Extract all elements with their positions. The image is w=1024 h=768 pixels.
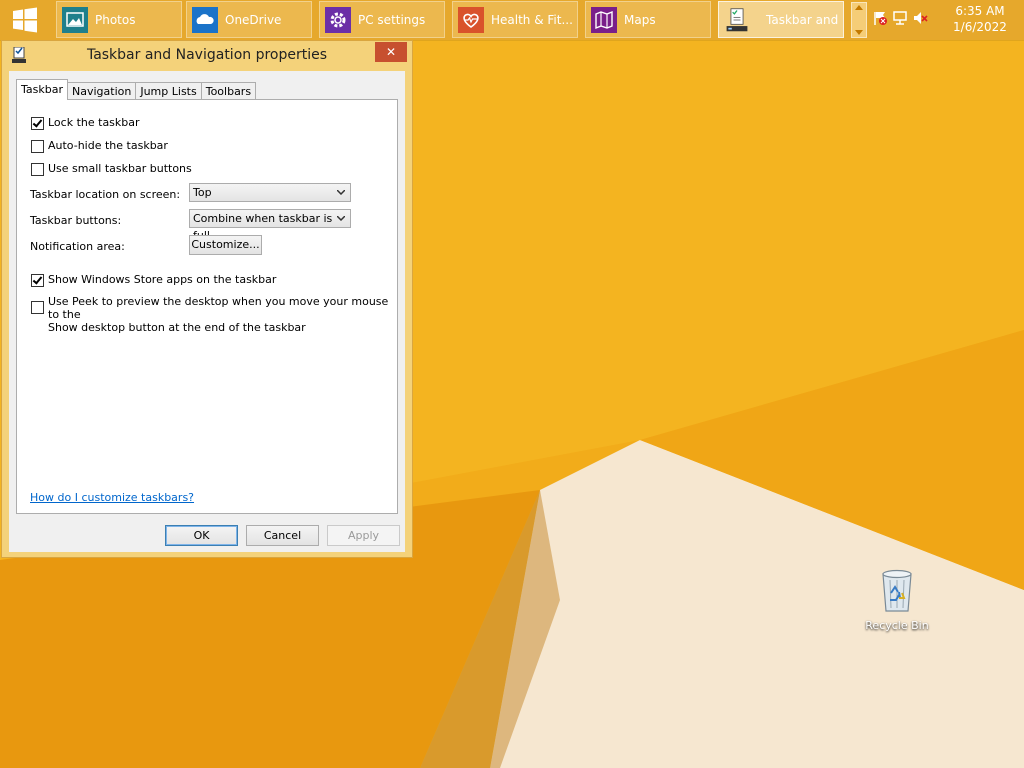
taskbar-item-label: Taskbar and ... [766, 12, 843, 27]
show-store-apps-option[interactable]: Show Windows Store apps on the taskbar [31, 273, 276, 287]
notification-area-label: Notification area: [30, 240, 125, 253]
onedrive-icon [192, 6, 218, 33]
small-buttons-label: Use small taskbar buttons [48, 162, 192, 175]
taskbar: Photos OneDrive PC settings Health & Fit… [0, 0, 1024, 40]
taskbar-location-select[interactable]: Top [189, 183, 351, 202]
tab-navigation[interactable]: Navigation [67, 82, 137, 100]
auto-hide-option[interactable]: Auto-hide the taskbar [31, 139, 168, 153]
start-button[interactable] [0, 0, 50, 40]
volume-muted-icon[interactable] [912, 10, 928, 26]
heart-icon [458, 6, 484, 33]
tab-strip: Taskbar Navigation Jump Lists Toolbars [16, 79, 257, 100]
recycle-bin-shortcut[interactable]: Recycle Bin [863, 568, 931, 632]
dialog-titlebar[interactable]: Taskbar and Navigation properties ✕ [2, 41, 412, 71]
lock-taskbar-checkbox[interactable] [31, 117, 44, 130]
recycle-bin-label: Recycle Bin [865, 619, 929, 632]
small-buttons-checkbox[interactable] [31, 163, 44, 176]
action-center-flag-icon[interactable] [872, 10, 888, 26]
show-store-apps-label: Show Windows Store apps on the taskbar [48, 273, 277, 286]
taskbar-item-label: PC settings [358, 12, 426, 27]
auto-hide-label: Auto-hide the taskbar [48, 139, 168, 152]
recycle-bin-icon [882, 569, 912, 612]
tab-toolbars[interactable]: Toolbars [200, 82, 257, 100]
gear-icon [325, 6, 351, 33]
system-tray [872, 10, 928, 26]
apply-button[interactable]: Apply [327, 525, 400, 546]
taskbar-item-taskbar-properties[interactable]: Taskbar and ... [718, 1, 844, 38]
use-peek-label-line1: Use Peek to preview the desktop when you… [48, 295, 389, 321]
photos-icon [62, 6, 88, 33]
location-label: Taskbar location on screen: [30, 188, 181, 201]
clock-time: 6:35 AM [955, 4, 1005, 18]
maps-icon [591, 6, 617, 33]
network-icon[interactable] [892, 10, 908, 26]
taskbar-item-label: Photos [95, 12, 136, 27]
chevron-down-icon [337, 190, 345, 195]
cancel-button[interactable]: Cancel [246, 525, 319, 546]
taskbar-location-value: Top [193, 186, 212, 199]
lock-taskbar-option[interactable]: Lock the taskbar [31, 116, 140, 130]
taskbar-item-pc-settings[interactable]: PC settings [319, 1, 445, 38]
windows-logo-icon [13, 7, 37, 33]
dialog-client-area: Taskbar Navigation Jump Lists Toolbars L… [9, 71, 405, 552]
taskbar-item-label: Maps [624, 12, 656, 27]
chevron-down-icon[interactable] [855, 30, 863, 35]
show-store-apps-checkbox[interactable] [31, 274, 44, 287]
taskbar-item-maps[interactable]: Maps [585, 1, 711, 38]
close-icon: ✕ [385, 45, 397, 59]
small-buttons-option[interactable]: Use small taskbar buttons [31, 162, 192, 176]
lock-taskbar-label: Lock the taskbar [48, 116, 140, 129]
taskbar-item-label: Health & Fit... [491, 12, 573, 27]
taskbar-item-photos[interactable]: Photos [56, 1, 182, 38]
taskbar-buttons-select[interactable]: Combine when taskbar is full [189, 209, 351, 242]
dialog-title: Taskbar and Navigation properties [86, 47, 328, 63]
taskbar-clock[interactable]: 6:35 AM 1/6/2022 [944, 3, 1016, 35]
clock-date: 1/6/2022 [953, 20, 1007, 34]
use-peek-label-line2: Show desktop button at the end of the ta… [48, 321, 306, 334]
close-button[interactable]: ✕ [375, 42, 407, 62]
taskbar-scroll-buttons[interactable] [851, 2, 867, 38]
taskbar-tab-panel: Lock the taskbar Auto-hide the taskbar U… [16, 99, 398, 514]
help-link[interactable]: How do I customize taskbars? [30, 491, 194, 504]
chevron-up-icon[interactable] [855, 5, 863, 10]
customize-button[interactable]: Customize... [189, 235, 262, 255]
tab-taskbar[interactable]: Taskbar [16, 79, 68, 100]
taskbar-item-onedrive[interactable]: OneDrive [186, 1, 312, 38]
taskbar-buttons-label: Taskbar buttons: [30, 214, 122, 227]
ok-button[interactable]: OK [165, 525, 238, 546]
taskbar-properties-icon [724, 7, 750, 33]
taskbar-properties-dialog: Taskbar and Navigation properties ✕ Task… [1, 40, 413, 558]
use-peek-option[interactable]: Use Peek to preview the desktop when you… [31, 295, 397, 334]
taskbar-item-label: OneDrive [225, 12, 282, 27]
auto-hide-checkbox[interactable] [31, 140, 44, 153]
chevron-down-icon [337, 216, 345, 221]
taskbar-item-health-fitness[interactable]: Health & Fit... [452, 1, 578, 38]
use-peek-checkbox[interactable] [31, 301, 44, 314]
tab-jump-lists[interactable]: Jump Lists [135, 82, 202, 100]
